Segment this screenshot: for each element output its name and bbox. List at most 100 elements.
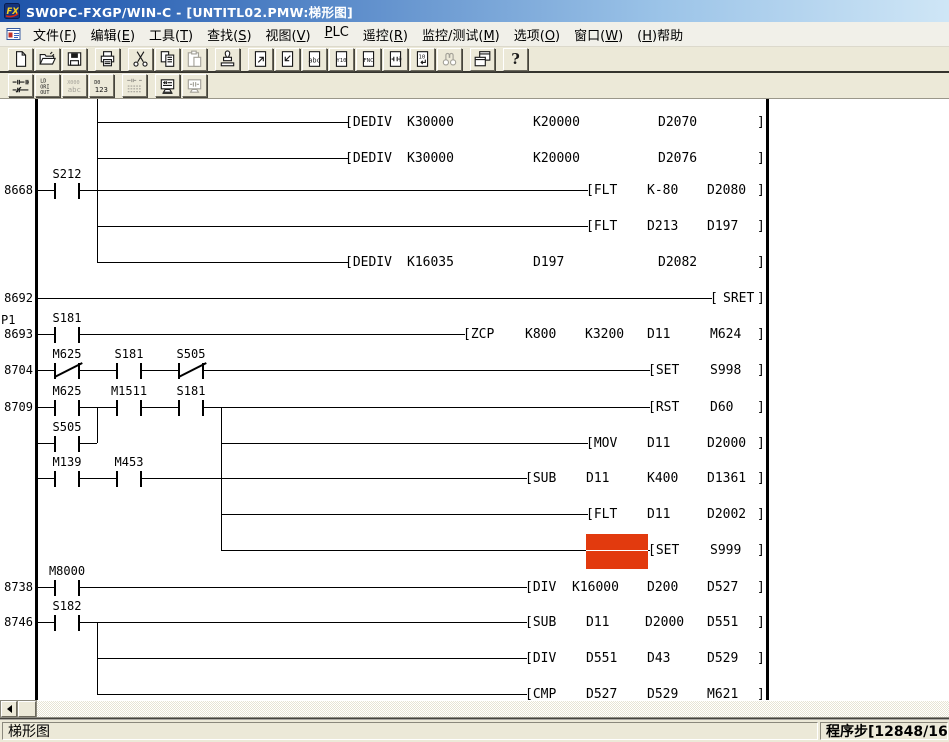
instruction-text[interactable]: D197	[707, 219, 738, 234]
instruction-text[interactable]: ]	[757, 543, 765, 558]
toolbar-button-copy[interactable]	[155, 48, 180, 71]
toolbar-button-comment-view[interactable]: D0123	[89, 74, 114, 97]
toolbar-button-instruction-list-view[interactable]: LDORIOUT	[35, 74, 60, 97]
toolbar-button-monitor-stop[interactable]	[182, 74, 207, 97]
contact-S182[interactable]	[54, 615, 80, 631]
contact-M625[interactable]	[54, 363, 80, 379]
instruction-text[interactable]: S998	[710, 363, 741, 378]
instruction-text[interactable]: K-80	[647, 183, 678, 198]
instruction-text[interactable]: K20000	[533, 151, 580, 166]
instruction-text[interactable]: [SET	[648, 363, 679, 378]
instruction-text[interactable]: S999	[710, 543, 741, 558]
ladder-canvas[interactable]: S212S181M625S181S505M625M1511S181S505M13…	[0, 99, 949, 700]
instruction-text[interactable]: M624	[710, 327, 741, 342]
contact-M625[interactable]	[54, 400, 80, 416]
instruction-text[interactable]: D2070	[658, 115, 697, 130]
instruction-text[interactable]: ]	[757, 471, 765, 486]
toolbar-button-find-text[interactable]: abc	[302, 48, 327, 71]
toolbar-button-find[interactable]	[437, 48, 462, 71]
menu-item-监控测试M[interactable]: 监控/测试(M)	[415, 23, 507, 46]
menu-item-窗口W[interactable]: 窗口(W)	[567, 23, 630, 46]
instruction-text[interactable]: K400	[647, 471, 678, 486]
instruction-text[interactable]: [MOV	[586, 436, 617, 451]
instruction-text[interactable]: D2082	[658, 255, 697, 270]
instruction-text[interactable]: ]	[757, 327, 765, 342]
instruction-text[interactable]: K800	[525, 327, 556, 342]
instruction-text[interactable]: D2076	[658, 151, 697, 166]
instruction-text[interactable]: ]	[757, 115, 765, 130]
instruction-text[interactable]: D43	[647, 651, 670, 666]
instruction-text[interactable]: D11	[647, 327, 670, 342]
menu-item-编辑E[interactable]: 编辑(E)	[84, 23, 142, 46]
instruction-text[interactable]: ]	[757, 219, 765, 234]
toolbar-button-help[interactable]: ?	[503, 48, 528, 71]
toolbar-button-device-name-view[interactable]: X000abc	[62, 74, 87, 97]
instruction-text[interactable]: D11	[586, 471, 609, 486]
instruction-text[interactable]: [DEDIV	[345, 115, 392, 130]
menu-item-视图V[interactable]: 视图(V)	[259, 23, 318, 46]
contact-S181[interactable]	[54, 327, 80, 343]
contact-M453[interactable]	[116, 471, 142, 487]
toolbar-button-register-view[interactable]	[122, 74, 147, 97]
instruction-text[interactable]: [SET	[648, 543, 679, 558]
instruction-text[interactable]: [DEDIV	[345, 151, 392, 166]
edit-cursor[interactable]	[586, 534, 648, 569]
document-icon[interactable]	[5, 26, 22, 42]
toolbar-button-find-instruction[interactable]: FNC	[356, 48, 381, 71]
toolbar-button-page-prev[interactable]	[248, 48, 273, 71]
toolbar-button-find-contact-coil[interactable]	[383, 48, 408, 71]
instruction-text[interactable]: K30000	[407, 151, 454, 166]
instruction-text[interactable]: [FLT	[586, 183, 617, 198]
instruction-text[interactable]: SRET	[723, 291, 754, 306]
instruction-text[interactable]: [ZCP	[463, 327, 494, 342]
instruction-text[interactable]: [DEDIV	[345, 255, 392, 270]
instruction-text[interactable]: K16000	[572, 580, 619, 595]
contact-S181[interactable]	[116, 363, 142, 379]
instruction-text[interactable]: ]	[757, 363, 765, 378]
contact-S181[interactable]	[178, 400, 204, 416]
instruction-text[interactable]: ]	[757, 615, 765, 630]
toolbar-button-save[interactable]	[62, 48, 87, 71]
instruction-text[interactable]: D529	[647, 687, 678, 700]
instruction-text[interactable]: K30000	[407, 115, 454, 130]
instruction-text[interactable]: ]	[757, 183, 765, 198]
toolbar-button-open[interactable]	[35, 48, 60, 71]
contact-M1511[interactable]	[116, 400, 142, 416]
menu-item-选项O[interactable]: 选项(O)	[507, 23, 567, 46]
toolbar-button-print[interactable]	[95, 48, 120, 71]
contact-M139[interactable]	[54, 471, 80, 487]
instruction-text[interactable]: D529	[707, 651, 738, 666]
contact-S505[interactable]	[178, 363, 204, 379]
instruction-text[interactable]: [RST	[648, 400, 679, 415]
instruction-text[interactable]: D11	[647, 436, 670, 451]
toolbar-button-paste[interactable]	[182, 48, 207, 71]
instruction-text[interactable]: D551	[586, 651, 617, 666]
toolbar-button-ladder-view[interactable]	[8, 74, 33, 97]
instruction-text[interactable]: D60	[710, 400, 733, 415]
instruction-text[interactable]: ]	[757, 436, 765, 451]
instruction-text[interactable]: D200	[647, 580, 678, 595]
instruction-text[interactable]: [CMP	[525, 687, 556, 700]
instruction-text[interactable]: [	[710, 291, 718, 306]
menu-item-遥控R[interactable]: 遥控(R)	[356, 23, 415, 46]
instruction-text[interactable]: D527	[586, 687, 617, 700]
instruction-text[interactable]: D11	[647, 507, 670, 522]
instruction-text[interactable]: D2000	[645, 615, 684, 630]
toolbar-button-convert[interactable]	[215, 48, 240, 71]
instruction-text[interactable]: M621	[707, 687, 738, 700]
instruction-text[interactable]: D2002	[707, 507, 746, 522]
instruction-text[interactable]: ]	[757, 651, 765, 666]
scrollbar-thumb[interactable]	[18, 701, 36, 717]
instruction-text[interactable]: ]	[757, 255, 765, 270]
menu-item-文件F[interactable]: 文件(F)	[26, 23, 84, 46]
instruction-text[interactable]: D11	[586, 615, 609, 630]
instruction-text[interactable]: D2080	[707, 183, 746, 198]
toolbar-button-page-next[interactable]	[275, 48, 300, 71]
instruction-text[interactable]: ]	[757, 687, 765, 700]
horizontal-scrollbar[interactable]	[0, 700, 949, 717]
scroll-left-arrow-icon[interactable]	[1, 701, 17, 717]
instruction-text[interactable]: ]	[757, 151, 765, 166]
toolbar-button-find-device[interactable]: Y10	[329, 48, 354, 71]
contact-S212[interactable]	[54, 183, 80, 199]
toolbar-button-cut[interactable]	[128, 48, 153, 71]
